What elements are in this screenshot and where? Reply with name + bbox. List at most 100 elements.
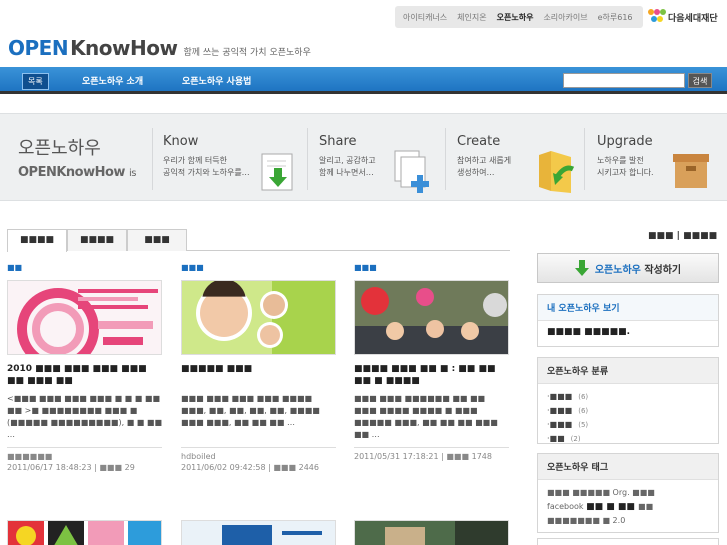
- folder-arrow-icon: [539, 151, 575, 193]
- card-divider: [7, 447, 162, 448]
- nav-item-intro[interactable]: 오픈노하우 소개: [82, 74, 143, 87]
- knowhow-card[interactable]: ■■■ ■■■■■ ■■■ ■■■ ■■■ ■■■ ■■■ ■■■■ ■■■, …: [181, 263, 336, 472]
- foundation-logo[interactable]: 다음세대재단: [648, 7, 724, 27]
- write-brand: 오픈노하우: [594, 264, 641, 276]
- logo-tagline: 함께 쓰는 공익적 가치 오픈노하우: [183, 48, 311, 58]
- banner-col-create: Create 참여하고 새롭게 생성하여…: [457, 134, 511, 179]
- banner-col-desc: 참여하고 새롭게 생성하여…: [457, 156, 512, 177]
- knowhow-card[interactable]: ■■ 2010 ■■■ ■■■ ■■■ ■■■ ■■ ■■■ ■■ <■■■ ■…: [7, 263, 162, 472]
- card-title[interactable]: ■■■■■ ■■■: [181, 363, 336, 387]
- card-title[interactable]: 2010 ■■■ ■■■ ■■■ ■■■ ■■ ■■■ ■■: [7, 363, 162, 387]
- card-summary: ■■■ ■■■ ■■■■■■ ■■ ■■ ■■■ ■■■■ ■■■■ ■ ■■■…: [354, 394, 498, 439]
- site-logo[interactable]: OPEN KnowHow 함께 쓰는 공익적 가치 오픈노하우: [8, 36, 311, 60]
- card-divider: [354, 447, 509, 448]
- card-thumbnail[interactable]: [181, 520, 336, 545]
- banner-col-upgrade: Upgrade 노하우를 발전 시키고자 합니다.: [597, 134, 654, 179]
- banner-col-head: Know: [163, 134, 199, 149]
- category-item[interactable]: ·■■■ (6): [547, 390, 709, 404]
- banner-divider: [584, 128, 585, 190]
- street-photo-image: [355, 521, 508, 545]
- banner-col-head: Create: [457, 134, 501, 149]
- pattern-thumbnail-image: [8, 521, 161, 545]
- next-sidebar-box: [537, 538, 719, 545]
- nav-item-howto[interactable]: 오픈노하우 사용법: [182, 74, 251, 87]
- banner-col-know: Know 우리가 함께 터득한 공익적 가치와 노하우를…: [163, 134, 250, 179]
- banner-col-desc: 알리고, 공감하고 함께 나누면서…: [319, 156, 376, 177]
- card-category[interactable]: ■■■: [181, 263, 336, 275]
- tag-box: 오픈노하우 태그 ■■■ ■■■■■ Org. ■■■ facebook ■■ …: [537, 453, 719, 533]
- search-button[interactable]: 검색: [688, 73, 712, 88]
- my-knowhow-message: ■■■■ ■■■■■.: [547, 327, 631, 337]
- card-category[interactable]: ■■■: [354, 263, 509, 275]
- category-list: ·■■■ (6) ·■■■ (6) ·■■■ (5) ·■■ (2): [538, 384, 718, 452]
- banner-col-desc: 노하우를 발전 시키고자 합니다.: [597, 156, 654, 177]
- card-thumbnail[interactable]: [7, 280, 162, 355]
- sort-option-a[interactable]: ■■■: [648, 231, 674, 241]
- banner-col-head: Upgrade: [597, 134, 653, 149]
- category-heading: 오픈노하우 분류: [538, 358, 718, 384]
- banner-divider: [152, 128, 153, 190]
- knowhow-card[interactable]: ■■■ ■■■■ ■■■ ■■ ■ : ■■ ■■ ■■ ■ ■■■■ ■■■ …: [354, 263, 509, 461]
- util-link-3[interactable]: 소리아카이브: [543, 12, 587, 23]
- logo-open: OPEN: [8, 36, 69, 60]
- category-item[interactable]: ·■■■ (5): [547, 418, 709, 432]
- banner-divider: [445, 128, 446, 190]
- tag-line[interactable]: facebook ■■ ■ ■■ ■■: [547, 500, 709, 514]
- intro-banner: 오픈노하우 OPENKnowHow is Know 우리가 함께 터득한 공익적 …: [0, 113, 727, 201]
- card-author[interactable]: ■■■■■■: [7, 452, 162, 461]
- card-author[interactable]: hdboiled: [181, 452, 336, 461]
- category-item[interactable]: ·■■■ (6): [547, 404, 709, 418]
- utility-menu: 아이티캐너스 체인지온 오픈노하우 소리아카이브 e하루616: [395, 6, 643, 28]
- add-doc-icon: [394, 150, 429, 193]
- balloons-photo-image: [355, 281, 508, 354]
- download-doc-icon: [261, 153, 293, 191]
- banner-col-desc: 우리가 함께 터득한 공익적 가치와 노하우를…: [163, 156, 250, 177]
- util-link-2[interactable]: 오픈노하우: [497, 12, 534, 23]
- card-thumbnail[interactable]: [7, 520, 162, 545]
- card-category[interactable]: ■■: [7, 263, 162, 275]
- card-divider: [181, 447, 336, 448]
- card-title[interactable]: ■■■■ ■■■ ■■ ■ : ■■ ■■ ■■ ■ ■■■■: [354, 363, 509, 387]
- card-meta: 2011/05/31 17:18:21 | ■■■ 1748: [354, 452, 492, 461]
- chart-thumbnail-image: [8, 281, 161, 354]
- sort-option-b[interactable]: ■■■■: [683, 231, 717, 241]
- kids-photo-image: [182, 281, 335, 354]
- util-link-0[interactable]: 아이티캐너스: [403, 12, 447, 23]
- foundation-mark-icon: [648, 9, 666, 25]
- banner-divider: [307, 128, 308, 190]
- card-meta: 2011/06/17 18:48:23 | ■■■ 29: [7, 463, 135, 472]
- tab-1[interactable]: ■■■■: [67, 229, 127, 251]
- box-icon: [673, 154, 709, 188]
- banner-col-share: Share 알리고, 공감하고 함께 나누면서…: [319, 134, 376, 179]
- nav-home-button[interactable]: 목록: [22, 73, 49, 90]
- banner-intro-ko: 오픈노하우: [18, 138, 101, 159]
- content-tabs: ■■■■ ■■■■ ■■■: [7, 229, 510, 252]
- write-knowhow-button[interactable]: 오픈노하우 작성하기: [537, 253, 719, 283]
- tab-0[interactable]: ■■■■: [7, 229, 67, 252]
- my-knowhow-box: 내 오픈노하우 보기 ■■■■ ■■■■■.: [537, 294, 719, 347]
- sort-separator: |: [676, 231, 680, 241]
- tag-line[interactable]: ■■■ ■■■■■ Org. ■■■: [547, 486, 709, 500]
- util-link-1[interactable]: 체인지온: [457, 12, 486, 23]
- search-input[interactable]: [563, 73, 685, 88]
- main-nav: 목록 오픈노하우 소개 오픈노하우 사용법 검색: [0, 67, 727, 94]
- card-thumbnail[interactable]: [181, 280, 336, 355]
- foundation-name: 다음세대재단: [668, 13, 718, 24]
- category-box: 오픈노하우 분류 ·■■■ (6) ·■■■ (6) ·■■■ (5) ·■■ (2): [537, 357, 719, 444]
- category-item[interactable]: ·■■ (2): [547, 432, 709, 446]
- card-summary: <■■■ ■■■ ■■■ ■■■ ■ ■ ■ ■■ ■■ >■ ■■■■■■■■…: [7, 394, 162, 439]
- tag-heading: 오픈노하우 태그: [538, 454, 718, 480]
- sort-options: ■■■ | ■■■■: [648, 231, 717, 241]
- tag-cloud: ■■■ ■■■■■ Org. ■■■ facebook ■■ ■ ■■ ■■ ■…: [538, 480, 718, 534]
- util-link-4[interactable]: e하루616: [598, 12, 633, 23]
- card-thumbnail[interactable]: [354, 280, 509, 355]
- tab-2[interactable]: ■■■: [127, 229, 187, 251]
- logo-knowhow: KnowHow: [70, 36, 178, 60]
- my-knowhow-heading[interactable]: 내 오픈노하우 보기: [538, 295, 718, 321]
- banner-intro: 오픈노하우 OPENKnowHow is: [18, 134, 136, 180]
- card-thumbnail[interactable]: [354, 520, 509, 545]
- banner-intro-en: OPENKnowHow is: [18, 165, 136, 180]
- poster-thumbnail-image: [182, 521, 335, 545]
- tag-line[interactable]: ■■■■■■■ ■ 2.0: [547, 514, 709, 528]
- card-meta: 2011/06/02 09:42:58 | ■■■ 2446: [181, 463, 319, 472]
